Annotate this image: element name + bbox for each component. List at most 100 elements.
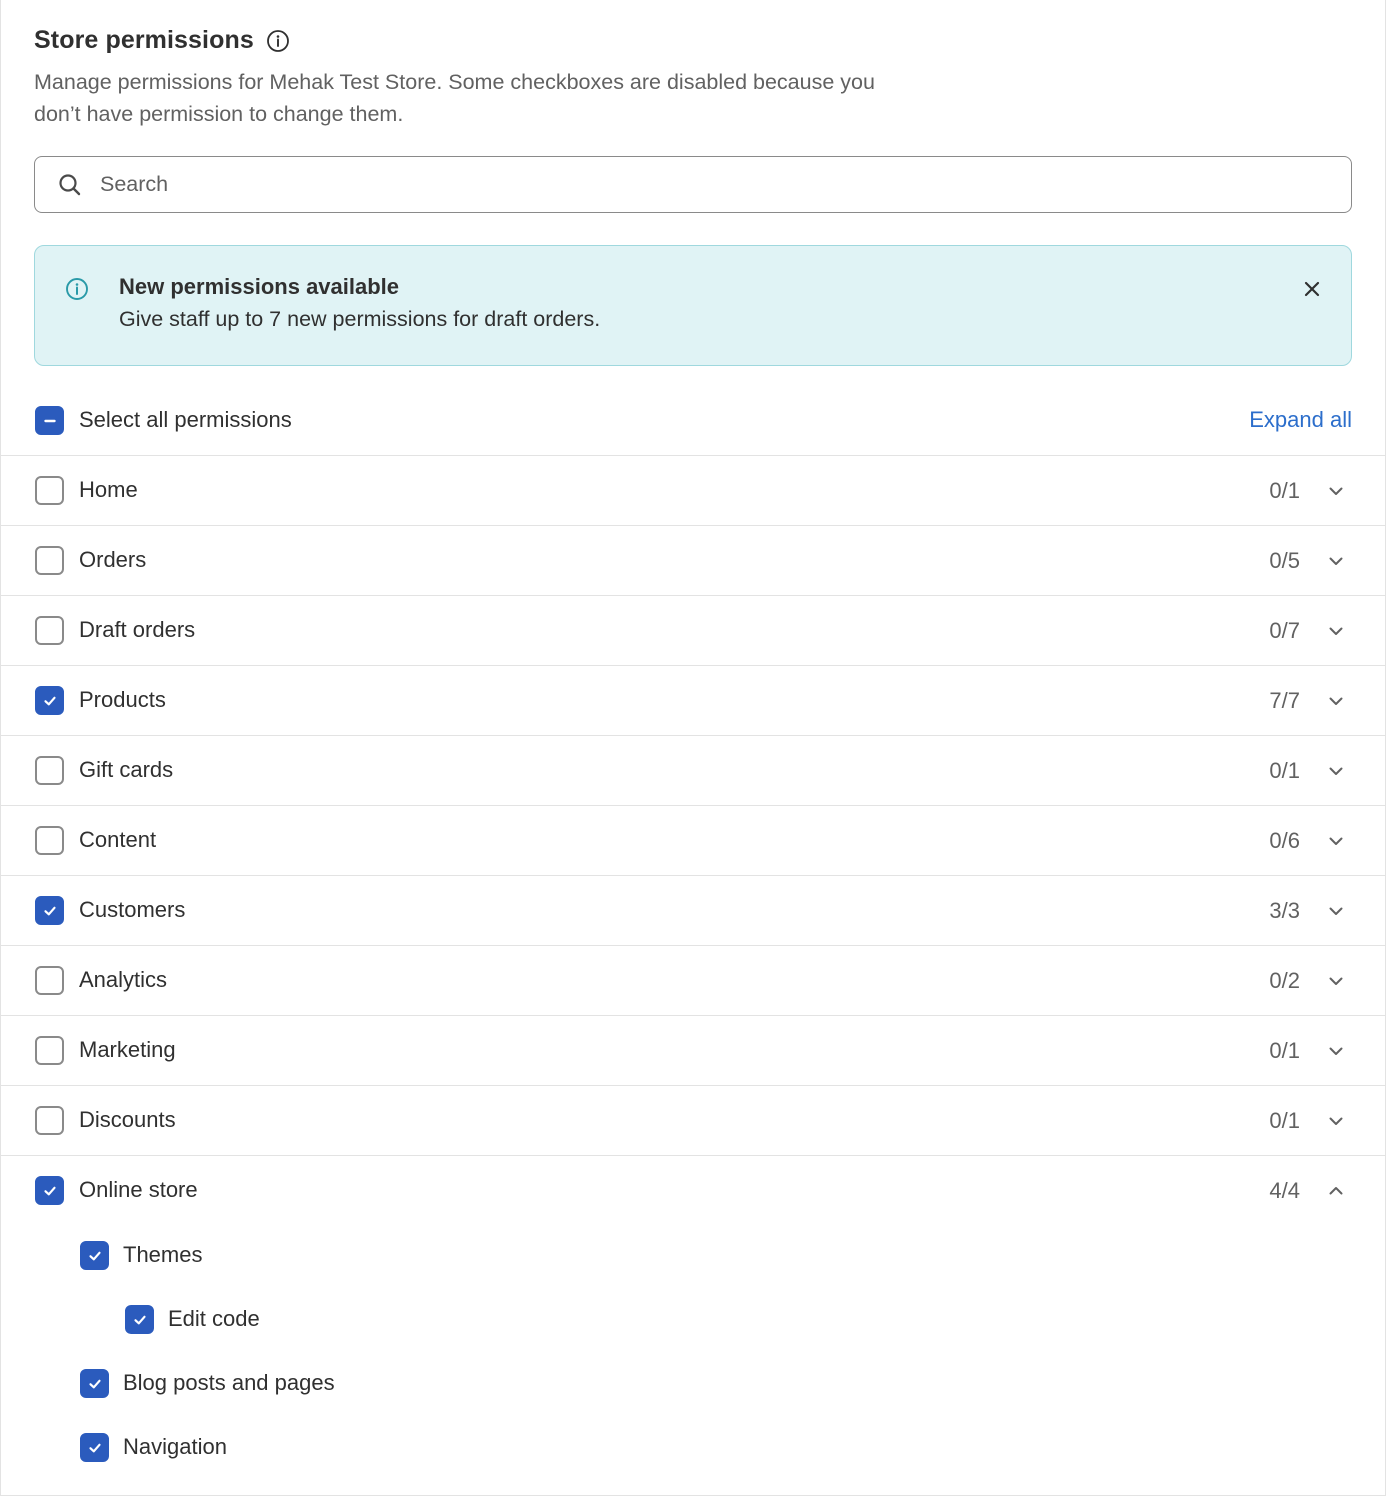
expand-toggle[interactable] xyxy=(1325,480,1347,502)
permission-checkbox[interactable] xyxy=(35,826,64,855)
chevron-up-icon xyxy=(1329,1187,1343,1195)
permission-checkbox[interactable] xyxy=(35,966,64,995)
page-subtitle: Manage permissions for Mehak Test Store.… xyxy=(34,70,875,126)
permission-list: Home 0/1 Orders 0/5 Draft orders 0/7 Products 7… xyxy=(1,456,1385,1482)
permission-label: Marketing xyxy=(79,1037,176,1062)
permission-checkbox[interactable] xyxy=(35,1036,64,1065)
check-icon xyxy=(88,1251,101,1260)
expand-toggle[interactable] xyxy=(1325,830,1347,852)
select-all-row: Select all permissions Expand all xyxy=(1,386,1385,456)
chevron-down-icon xyxy=(1329,697,1343,705)
chevron-down-icon xyxy=(1329,487,1343,495)
check-icon xyxy=(43,696,56,705)
select-all-checkbox[interactable] xyxy=(35,406,64,435)
permission-label: Online store xyxy=(79,1177,198,1202)
online-store-children: Themes Edit code Blog posts and pages Navig… xyxy=(1,1226,1385,1482)
check-icon xyxy=(88,1443,101,1452)
check-icon xyxy=(43,1186,56,1195)
permission-checkbox[interactable] xyxy=(35,756,64,785)
expand-toggle[interactable] xyxy=(1325,1180,1347,1202)
permission-label: Gift cards xyxy=(79,757,174,782)
expand-toggle[interactable] xyxy=(1325,1110,1347,1132)
search-input[interactable] xyxy=(100,172,1300,197)
sub-permission-checkbox[interactable] xyxy=(80,1433,109,1462)
permission-count: 0/2 xyxy=(1269,968,1300,993)
check-icon xyxy=(43,906,56,915)
info-circle-icon xyxy=(65,277,89,301)
permission-count: 7/7 xyxy=(1269,688,1300,713)
close-icon[interactable] xyxy=(1299,276,1325,302)
permission-count: 0/5 xyxy=(1269,548,1300,573)
info-banner: New permissions available Give staff up … xyxy=(34,245,1352,366)
chevron-down-icon xyxy=(1329,557,1343,565)
chevron-down-icon xyxy=(1329,1117,1343,1125)
permission-row: Marketing 0/1 xyxy=(1,1016,1385,1086)
permission-row: Content 0/6 xyxy=(1,806,1385,876)
check-icon xyxy=(133,1315,146,1324)
check-icon xyxy=(88,1379,101,1388)
permission-row: Home 0/1 xyxy=(1,456,1385,526)
permission-row: Draft orders 0/7 xyxy=(1,596,1385,666)
search-field[interactable] xyxy=(34,156,1352,213)
permission-count: 3/3 xyxy=(1269,898,1300,923)
permission-row: Customers 3/3 xyxy=(1,876,1385,946)
permission-checkbox[interactable] xyxy=(35,546,64,575)
permission-checkbox[interactable] xyxy=(35,1106,64,1135)
permission-count: 0/1 xyxy=(1269,758,1300,783)
chevron-down-icon xyxy=(1329,627,1343,635)
chevron-down-icon xyxy=(1329,837,1343,845)
permission-row: Products 7/7 xyxy=(1,666,1385,736)
expand-toggle[interactable] xyxy=(1325,1040,1347,1062)
permission-checkbox[interactable] xyxy=(35,896,64,925)
permission-label: Analytics xyxy=(79,967,168,992)
expand-toggle[interactable] xyxy=(1325,900,1347,922)
permission-label: Discounts xyxy=(79,1107,176,1132)
permission-count: 0/1 xyxy=(1269,478,1300,503)
permission-label: Content xyxy=(79,827,157,852)
sub-permission-checkbox[interactable] xyxy=(125,1305,154,1334)
expand-toggle[interactable] xyxy=(1325,550,1347,572)
permission-row: Orders 0/5 xyxy=(1,526,1385,596)
permission-row: Analytics 0/2 xyxy=(1,946,1385,1016)
permission-row: Gift cards 0/1 xyxy=(1,736,1385,806)
permission-label: Draft orders xyxy=(79,617,196,642)
card-header: Store permissions xyxy=(34,26,290,55)
expand-all-button[interactable]: Expand all xyxy=(1249,407,1352,433)
banner-title: New permissions available xyxy=(119,274,400,299)
chevron-down-icon xyxy=(1329,767,1343,775)
chevron-down-icon xyxy=(1329,1047,1343,1055)
sub-permission-label: Edit code xyxy=(168,1306,260,1331)
permission-checkbox[interactable] xyxy=(35,686,64,715)
sub-permission-row: Edit code xyxy=(1,1290,1385,1354)
expand-toggle[interactable] xyxy=(1325,760,1347,782)
search-icon xyxy=(57,172,83,198)
permission-checkbox[interactable] xyxy=(35,476,64,505)
sub-permission-row: Navigation xyxy=(1,1418,1385,1482)
sub-permission-row: Blog posts and pages xyxy=(1,1354,1385,1418)
minus-icon xyxy=(43,419,56,422)
page-title: Store permissions xyxy=(34,26,254,54)
permission-count: 4/4 xyxy=(1269,1178,1300,1203)
banner-text: Give staff up to 7 new permissions for d… xyxy=(119,307,601,331)
chevron-down-icon xyxy=(1329,977,1343,985)
expand-toggle[interactable] xyxy=(1325,970,1347,992)
permission-label: Orders xyxy=(79,547,147,572)
permission-row: Discounts 0/1 xyxy=(1,1086,1385,1156)
sub-permission-checkbox[interactable] xyxy=(80,1241,109,1270)
expand-toggle[interactable] xyxy=(1325,620,1347,642)
permission-count: 0/1 xyxy=(1269,1108,1300,1133)
sub-permission-checkbox[interactable] xyxy=(80,1369,109,1398)
info-icon[interactable] xyxy=(266,29,290,53)
permission-row: Online store 4/4 xyxy=(1,1156,1385,1226)
chevron-down-icon xyxy=(1329,907,1343,915)
permission-label: Customers xyxy=(79,897,186,922)
expand-toggle[interactable] xyxy=(1325,690,1347,712)
permission-checkbox[interactable] xyxy=(35,616,64,645)
select-all-label: Select all permissions xyxy=(79,407,292,432)
permission-checkbox[interactable] xyxy=(35,1176,64,1205)
permission-count: 0/6 xyxy=(1269,828,1300,853)
permission-label: Home xyxy=(79,477,138,502)
sub-permission-label: Themes xyxy=(123,1242,203,1267)
permission-count: 0/7 xyxy=(1269,618,1300,643)
permission-count: 0/1 xyxy=(1269,1038,1300,1063)
